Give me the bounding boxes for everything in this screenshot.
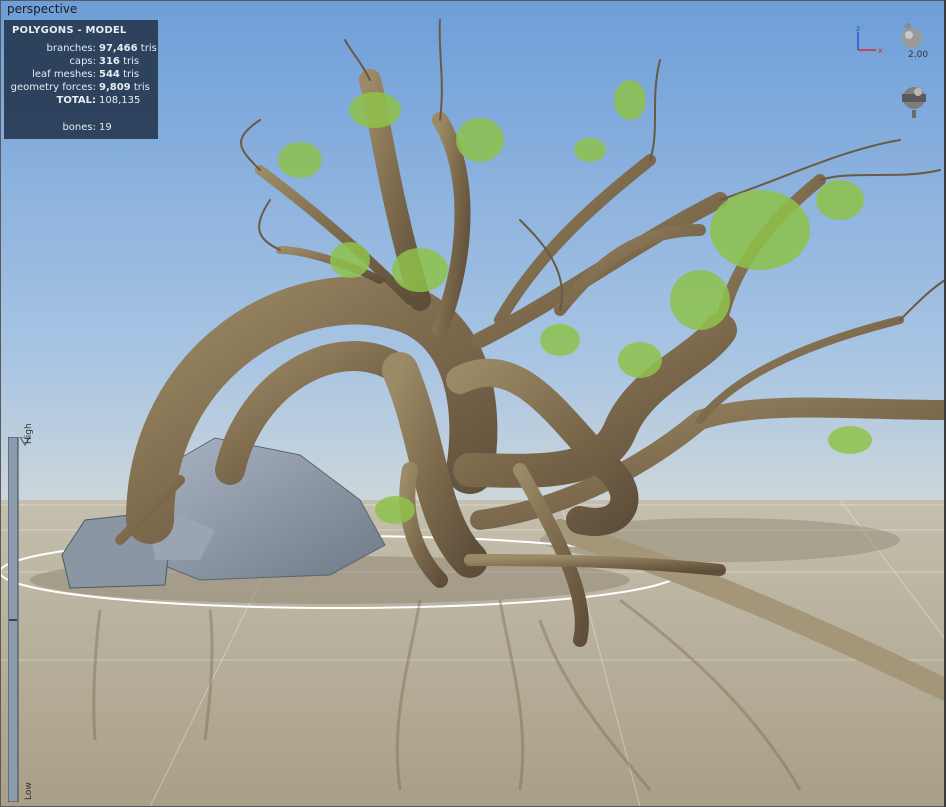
- stat-row-bones: bones: 19: [4, 122, 158, 135]
- lod-slider[interactable]: [8, 437, 38, 802]
- stat-total-label: TOTAL:: [56, 95, 96, 106]
- stat-row-branches: branches: 97,466 tris: [4, 43, 158, 56]
- axis-gizmo-icon[interactable]: z x: [852, 24, 888, 56]
- stat-label: geometry forces:: [10, 82, 96, 93]
- stat-value: 316 tris: [99, 56, 140, 67]
- render-mode-icon[interactable]: [898, 80, 930, 120]
- stat-value: 9,809 tris: [99, 82, 150, 93]
- zoom-value: 2.00: [908, 50, 929, 60]
- stat-bones-value: 19: [99, 122, 112, 133]
- stat-row-geometry-forces: geometry forces: 9,809 tris: [4, 82, 158, 95]
- lod-low-label: Low: [24, 782, 34, 800]
- stat-total-value: 108,135: [99, 95, 141, 106]
- stat-label: leaf meshes:: [32, 69, 96, 80]
- stat-label: caps:: [69, 56, 96, 67]
- stat-label: branches:: [46, 43, 97, 54]
- 3d-viewport[interactable]: perspective POLYGONS - MODEL branches: 9…: [0, 0, 946, 807]
- stat-row-total: TOTAL: 108,135: [4, 95, 158, 108]
- camera-icon[interactable]: [898, 20, 928, 50]
- axis-x-label: x: [878, 46, 883, 55]
- axis-z-label: z: [856, 24, 860, 33]
- stat-value: 544 tris: [99, 69, 140, 80]
- viewport-camera-label[interactable]: perspective: [7, 2, 77, 16]
- stat-row-leaf-meshes: leaf meshes: 544 tris: [4, 69, 158, 82]
- polygon-stats-panel: POLYGONS - MODEL branches: 97,466 tris c…: [4, 20, 158, 139]
- stat-value: 97,466 tris: [99, 43, 157, 54]
- stats-title: POLYGONS - MODEL: [12, 25, 127, 36]
- stat-row-caps: caps: 316 tris: [4, 56, 158, 69]
- lod-high-label: High: [24, 423, 34, 444]
- stat-bones-label: bones:: [62, 122, 96, 133]
